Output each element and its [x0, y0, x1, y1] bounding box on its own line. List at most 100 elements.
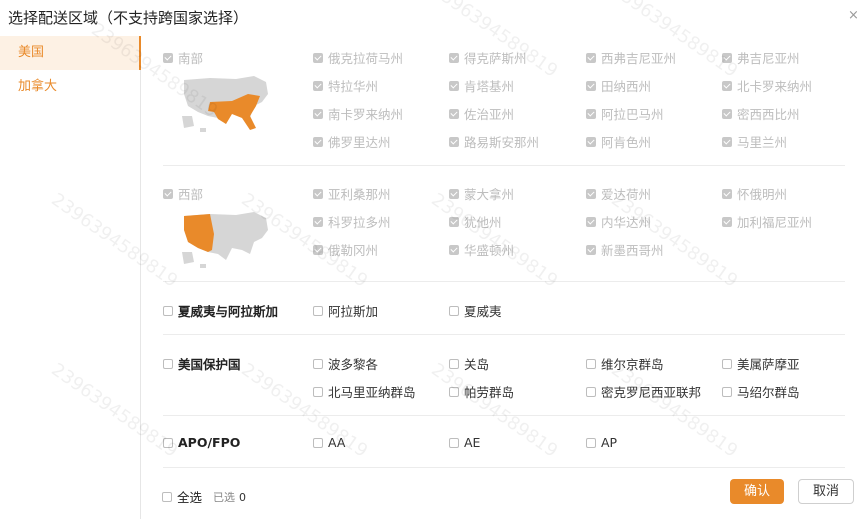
checkbox[interactable]: [449, 305, 459, 316]
checkbox[interactable]: [722, 80, 732, 91]
state-item[interactable]: 犹他州: [449, 212, 502, 231]
checkbox[interactable]: [449, 136, 459, 147]
state-item[interactable]: 路易斯安那州: [449, 132, 539, 151]
state-item[interactable]: 肯塔基州: [449, 76, 514, 95]
state-item[interactable]: 弗吉尼亚州: [722, 48, 800, 67]
checkbox[interactable]: [586, 244, 596, 255]
checkbox[interactable]: [586, 437, 596, 448]
select-all[interactable]: 全选: [162, 487, 202, 506]
checkbox[interactable]: [313, 305, 323, 316]
checkbox[interactable]: [163, 358, 173, 369]
close-icon[interactable]: ×: [848, 8, 859, 23]
region-hawaii-alaska[interactable]: 夏威夷与阿拉斯加: [163, 301, 278, 320]
state-item[interactable]: AE: [449, 434, 480, 450]
checkbox[interactable]: [722, 108, 732, 119]
checkbox[interactable]: [163, 52, 173, 63]
state-item[interactable]: 北卡罗来纳州: [722, 76, 812, 95]
state-item[interactable]: AP: [586, 434, 617, 450]
state-item[interactable]: 维尔京群岛: [586, 354, 664, 373]
checkbox[interactable]: [449, 52, 459, 63]
checkbox[interactable]: [586, 188, 596, 199]
cancel-button[interactable]: 取消: [798, 479, 854, 504]
state-item[interactable]: 关岛: [449, 354, 489, 373]
state-item[interactable]: 亚利桑那州: [313, 184, 391, 203]
state-item[interactable]: 内华达州: [586, 212, 651, 231]
checkbox[interactable]: [313, 52, 323, 63]
checkbox[interactable]: [586, 52, 596, 63]
checkbox[interactable]: [163, 188, 173, 199]
region-territories[interactable]: 美国保护国: [163, 354, 241, 373]
state-item[interactable]: 特拉华州: [313, 76, 378, 95]
state-label: AE: [464, 435, 481, 450]
checkbox[interactable]: [586, 80, 596, 91]
checkbox[interactable]: [722, 216, 732, 227]
state-item[interactable]: 阿肯色州: [586, 132, 651, 151]
sidebar-item-usa[interactable]: 美国: [0, 36, 141, 70]
checkbox[interactable]: [449, 358, 459, 369]
state-item[interactable]: 密克罗尼西亚联邦: [586, 382, 701, 401]
checkbox[interactable]: [449, 386, 459, 397]
state-item[interactable]: 帕劳群岛: [449, 382, 514, 401]
checkbox[interactable]: [313, 244, 323, 255]
checkbox[interactable]: [313, 437, 323, 448]
checkbox[interactable]: [163, 305, 173, 316]
checkbox[interactable]: [722, 386, 732, 397]
checkbox[interactable]: [313, 188, 323, 199]
region-apo-fpo[interactable]: APO/FPO: [163, 434, 240, 450]
divider: [163, 165, 845, 166]
state-item[interactable]: 南卡罗来纳州: [313, 104, 403, 123]
state-item[interactable]: 新墨西哥州: [586, 240, 664, 259]
state-item[interactable]: 田纳西州: [586, 76, 651, 95]
state-item[interactable]: 北马里亚纳群岛: [313, 382, 416, 401]
checkbox[interactable]: [313, 216, 323, 227]
state-item[interactable]: 科罗拉多州: [313, 212, 391, 231]
checkbox[interactable]: [449, 108, 459, 119]
state-item[interactable]: 爱达荷州: [586, 184, 651, 203]
checkbox[interactable]: [313, 358, 323, 369]
checkbox[interactable]: [313, 108, 323, 119]
checkbox[interactable]: [449, 437, 459, 448]
checkbox[interactable]: [162, 491, 172, 502]
checkbox[interactable]: [449, 216, 459, 227]
checkbox[interactable]: [313, 136, 323, 147]
state-item[interactable]: 俄克拉荷马州: [313, 48, 403, 67]
state-label: 阿肯色州: [601, 135, 652, 150]
checkbox[interactable]: [449, 80, 459, 91]
checkbox[interactable]: [449, 244, 459, 255]
state-item[interactable]: 马里兰州: [722, 132, 787, 151]
checkbox[interactable]: [722, 358, 732, 369]
state-item[interactable]: 波多黎各: [313, 354, 378, 373]
checkbox[interactable]: [722, 136, 732, 147]
region-west[interactable]: 西部: [163, 184, 203, 203]
state-item[interactable]: 俄勒冈州: [313, 240, 378, 259]
state-item[interactable]: 佐治亚州: [449, 104, 514, 123]
confirm-button[interactable]: 确认: [730, 479, 784, 504]
state-item[interactable]: 华盛顿州: [449, 240, 514, 259]
state-item[interactable]: 怀俄明州: [722, 184, 787, 203]
state-item[interactable]: 西弗吉尼亚州: [586, 48, 676, 67]
checkbox[interactable]: [586, 216, 596, 227]
state-item[interactable]: 密西西比州: [722, 104, 800, 123]
state-item[interactable]: 阿拉巴马州: [586, 104, 664, 123]
checkbox[interactable]: [313, 386, 323, 397]
state-item[interactable]: 蒙大拿州: [449, 184, 514, 203]
state-item[interactable]: 夏威夷: [449, 301, 502, 320]
checkbox[interactable]: [163, 437, 173, 448]
checkbox[interactable]: [313, 80, 323, 91]
state-item[interactable]: 加利福尼亚州: [722, 212, 812, 231]
checkbox[interactable]: [586, 358, 596, 369]
checkbox[interactable]: [722, 188, 732, 199]
checkbox[interactable]: [449, 188, 459, 199]
checkbox[interactable]: [722, 52, 732, 63]
checkbox[interactable]: [586, 136, 596, 147]
checkbox[interactable]: [586, 108, 596, 119]
state-item[interactable]: 马绍尔群岛: [722, 382, 800, 401]
state-item[interactable]: 美属萨摩亚: [722, 354, 800, 373]
checkbox[interactable]: [586, 386, 596, 397]
state-item[interactable]: 得克萨斯州: [449, 48, 527, 67]
state-item[interactable]: AA: [313, 434, 345, 450]
region-south[interactable]: 南部: [163, 48, 203, 67]
state-item[interactable]: 佛罗里达州: [313, 132, 391, 151]
sidebar-item-canada[interactable]: 加拿大: [0, 70, 140, 104]
state-item[interactable]: 阿拉斯加: [313, 301, 378, 320]
